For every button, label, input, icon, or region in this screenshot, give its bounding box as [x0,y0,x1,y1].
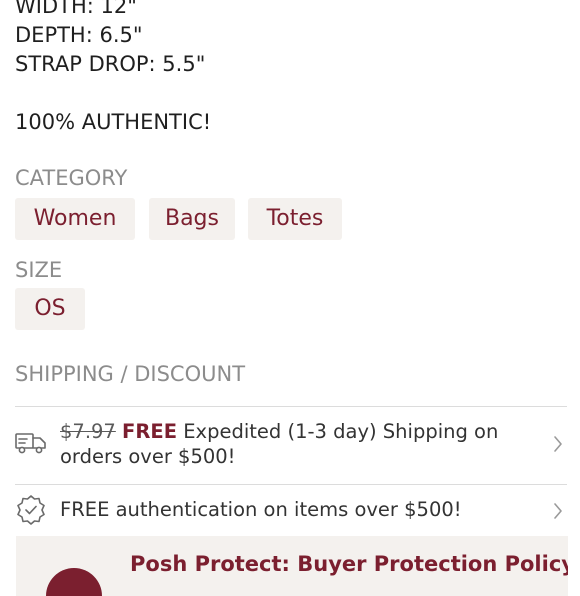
strap-drop-text: STRAP DROP: 5.5" [15,52,206,76]
size-tag[interactable]: OS [15,288,85,330]
truck-icon [15,431,47,459]
description-spacer [15,79,211,108]
shipping-offer-line2: orders over $500! [60,445,236,468]
shipping-discount-label: SHIPPING / DISCOUNT [15,362,246,386]
chevron-right-icon [553,435,563,457]
item-description: WIDTH: 12" DEPTH: 6.5" STRAP DROP: 5.5" … [15,0,211,137]
posh-protect-logo-icon [46,568,102,596]
shipping-offer-line1: Expedited (1-3 day) Shipping on [177,420,499,443]
posh-protect-title: Posh Protect: Buyer Protection Policy [130,552,568,576]
category-tag-bags[interactable]: Bags [149,198,235,240]
width-text: WIDTH: 12" [15,0,137,18]
authentic-text: 100% AUTHENTIC! [15,110,212,134]
shipping-offer-row[interactable]: $7.97 FREE Expedited (1-3 day) Shipping … [15,407,567,484]
free-label: FREE [122,420,178,443]
chevron-right-icon [553,502,563,524]
verified-badge-icon [15,494,47,530]
category-tag-women[interactable]: Women [15,198,135,240]
depth-text: DEPTH: 6.5" [15,23,143,47]
authentication-offer-text: FREE authentication on items over $500! [60,498,462,521]
shipping-offer-text: $7.97 FREE Expedited (1-3 day) Shipping … [60,419,498,469]
category-label: CATEGORY [15,166,128,190]
old-shipping-price: $7.97 [60,420,116,443]
category-tag-totes[interactable]: Totes [248,198,342,240]
posh-protect-banner[interactable]: Posh Protect: Buyer Protection Policy [16,536,568,596]
authentication-offer-row[interactable]: FREE authentication on items over $500! [15,485,567,533]
size-label: SIZE [15,258,63,282]
